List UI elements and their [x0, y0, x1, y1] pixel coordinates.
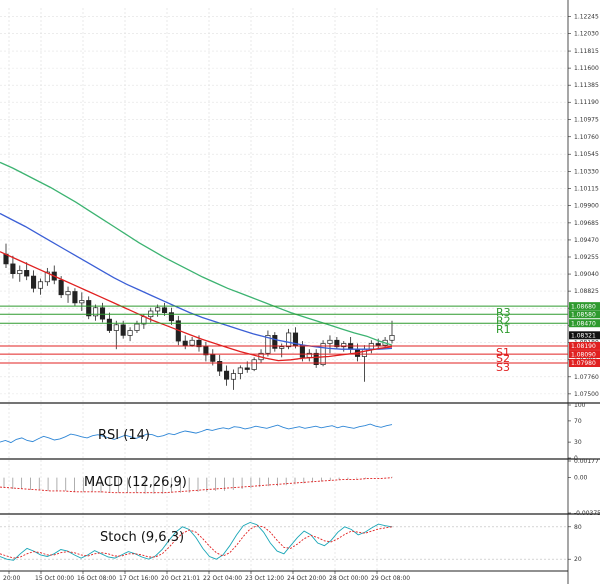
candle-body-up	[230, 373, 237, 380]
x-tick-label: 20:00	[3, 575, 20, 582]
candle-body-down	[86, 300, 92, 317]
y-tick-label: 1.11385	[574, 82, 599, 89]
candle-body-up	[251, 359, 257, 370]
y-tick-label: 1.09685	[574, 220, 599, 227]
candle-body-up	[155, 307, 161, 312]
candle-body-up	[17, 270, 23, 274]
x-tick-label: 28 Oct 00:00	[329, 575, 368, 582]
level-label-s3: S3	[496, 361, 510, 374]
candle-body-up	[279, 346, 285, 349]
macd-label: MACD (12,26,9)	[84, 475, 187, 490]
y-tick-label: 1.09470	[574, 237, 599, 244]
y-tick-label: 1.11815	[574, 48, 599, 55]
candle-body-down	[58, 279, 64, 296]
candle	[320, 340, 326, 367]
candle-body-down	[24, 270, 30, 277]
candle-body-up	[389, 335, 395, 341]
candle	[272, 332, 278, 352]
x-tick-label: 29 Oct 08:00	[371, 575, 410, 582]
macd-tick-label: -0.00375	[574, 510, 600, 517]
y-tick-label: 1.11190	[574, 99, 599, 106]
level-price-label: 1.08680	[571, 303, 596, 310]
y-tick-label: 1.10545	[574, 151, 599, 158]
candle-body-down	[31, 275, 37, 289]
candle-body-down	[299, 344, 305, 358]
candle-body-up	[65, 291, 71, 296]
candle-body-up	[113, 324, 119, 331]
candle-body-up	[127, 330, 133, 336]
candle-body-down	[182, 340, 188, 346]
candle-body-up	[189, 339, 195, 346]
candle-body-up	[286, 332, 292, 348]
candle-body-down	[10, 263, 16, 274]
level-label-r1: R1	[496, 323, 511, 336]
y-tick-label: 1.09040	[574, 271, 599, 278]
level-price-label: 1.08190	[571, 343, 596, 350]
x-tick-label: 24 Oct 20:00	[287, 575, 326, 582]
stoch-label: Stoch (9,6,3)	[100, 530, 184, 545]
candle-body-down	[375, 343, 381, 346]
candle-body-up	[79, 300, 85, 304]
y-tick-label: 1.11600	[574, 65, 599, 72]
candle-body-down	[120, 324, 126, 336]
y-tick-label: 1.12030	[574, 31, 599, 38]
stoch-tick-label: 20	[574, 556, 582, 563]
rsi-tick-label: 100	[574, 402, 586, 409]
y-tick-label: 1.10115	[574, 185, 599, 192]
candle-body-down	[210, 354, 216, 362]
y-tick-label: 1.07760	[574, 374, 599, 381]
trading-chart: R3R2R1S1S2S3 1.122451.120301.118151.1160…	[0, 0, 600, 584]
current-price-label: 1.08321	[571, 333, 596, 340]
x-tick-label: 22 Oct 04:00	[203, 575, 242, 582]
x-tick-label: 23 Oct 12:00	[245, 575, 284, 582]
rsi-tick-label: 30	[574, 439, 582, 446]
y-tick-label: 1.09900	[574, 202, 599, 209]
rsi-label: RSI (14)	[98, 428, 150, 443]
x-tick-label: 17 Oct 16:00	[119, 575, 158, 582]
level-price-label: 1.07980	[571, 360, 596, 367]
candle-body-down	[161, 307, 168, 313]
level-price-label: 1.08470	[571, 320, 596, 327]
level-price-label: 1.08580	[571, 311, 596, 318]
candle-body-up	[37, 281, 44, 289]
candle-body-up	[237, 367, 243, 374]
y-tick-label: 1.09255	[574, 254, 599, 261]
candle-body-up	[327, 339, 333, 344]
y-tick-label: 1.07500	[574, 391, 599, 398]
x-tick-label: 16 Oct 08:00	[77, 575, 116, 582]
x-tick-label: 15 Oct 00:00	[35, 575, 74, 582]
y-tick-label: 1.08825	[574, 288, 599, 295]
y-tick-label: 1.10975	[574, 117, 599, 124]
y-tick-label: 1.12245	[574, 14, 599, 21]
x-tick-label: 20 Oct 21:01	[161, 575, 200, 582]
candle-body-up	[134, 323, 140, 331]
level-price-label: 1.08090	[571, 351, 596, 358]
candle-body-down	[72, 291, 78, 304]
candle-body-down	[224, 370, 230, 380]
candle-body-down	[106, 318, 112, 331]
y-tick-label: 1.10330	[574, 168, 599, 175]
candle-body-down	[99, 307, 106, 320]
candle-body-down	[244, 367, 250, 370]
stoch-tick-label: 80	[574, 524, 582, 531]
macd-tick-label: 0.00	[574, 475, 588, 482]
rsi-tick-label: 70	[574, 418, 582, 425]
macd-tick-label: 0.00177	[574, 458, 599, 465]
y-tick-label: 1.10760	[574, 134, 599, 141]
